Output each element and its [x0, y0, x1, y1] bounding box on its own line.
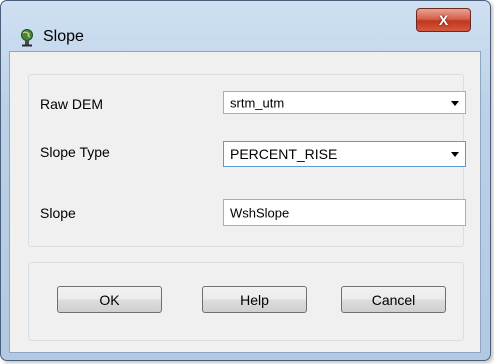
slope-output-value: WshSlope: [230, 205, 290, 220]
chevron-down-icon: [451, 100, 459, 106]
close-icon: X: [438, 12, 449, 28]
raw-dem-value: srtm_utm: [230, 95, 285, 110]
slope-type-label: Slope Type: [40, 144, 110, 160]
slope-label: Slope: [40, 205, 76, 221]
window-title: Slope: [43, 28, 84, 45]
globe-person-icon: [21, 29, 33, 47]
cancel-button[interactable]: Cancel: [341, 286, 446, 313]
chevron-down-icon: [451, 152, 459, 157]
dialog-client-area: Raw DEM srtm_utm Slope Type PERCENT_RISE…: [9, 51, 481, 353]
slope-type-value: PERCENT_RISE: [230, 146, 338, 162]
raw-dem-label: Raw DEM: [40, 96, 104, 112]
slope-type-dropdown[interactable]: PERCENT_RISE: [223, 141, 466, 167]
help-button[interactable]: Help: [202, 286, 307, 313]
slope-output-field[interactable]: WshSlope: [223, 199, 466, 226]
raw-dem-dropdown[interactable]: srtm_utm: [223, 91, 466, 114]
close-button[interactable]: X: [416, 8, 471, 32]
dialog-window: Slope X Raw DEM srtm_utm Slope Type PERC…: [0, 0, 491, 361]
ok-button[interactable]: OK: [57, 286, 162, 313]
